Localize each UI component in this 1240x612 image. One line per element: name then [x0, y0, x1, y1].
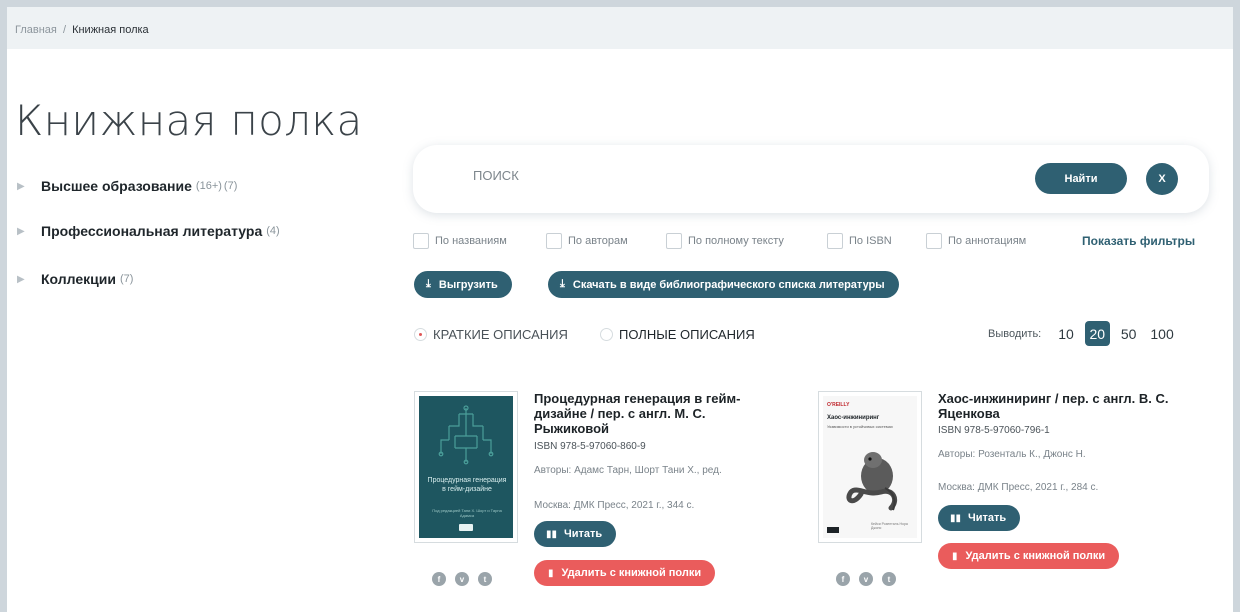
book-authors: Авторы: Розенталь К., Джонс Н. — [938, 449, 1086, 460]
remove-from-shelf-label: Удалить с книжной полки — [561, 567, 702, 579]
share-icons: f v t — [432, 572, 501, 586]
export-label: Выгрузить — [438, 278, 498, 291]
remove-from-shelf-label: Удалить с книжной полки — [965, 550, 1106, 562]
book-title-link[interactable]: Процедурная генерация в гейм-дизайне / п… — [534, 391, 774, 436]
download-bibliography-label: Скачать в виде библиографического списка… — [572, 278, 885, 291]
twitter-icon[interactable]: t — [478, 572, 492, 586]
book-title-link[interactable]: Хаос-инжиниринг / пер. с англ. В. С. Яце… — [938, 391, 1178, 421]
cover-subtitle: Под редакцией Тани Х. Шорт и Тарна Адамс… — [432, 508, 502, 518]
filter-by-full-text[interactable]: По полному тексту — [666, 233, 784, 249]
filter-by-authors[interactable]: По авторам — [546, 233, 628, 249]
book-cover[interactable]: Процедурная генерация в гейм-дизайне Под… — [414, 391, 518, 543]
category-collections[interactable]: ▶ Коллекции (7) — [17, 271, 133, 287]
book-cover-image: O'REILLY Хаос-инжиниринг Уязвимости в ус… — [823, 396, 917, 538]
trash-icon: ▮ — [548, 567, 554, 579]
download-icon: ⤓ — [560, 278, 565, 290]
category-count: (7) — [119, 273, 134, 285]
breadcrumb-home-link[interactable]: Главная — [15, 24, 57, 36]
checkbox[interactable] — [827, 233, 843, 249]
view-full-label: ПОЛНЫЕ ОПИСАНИЯ — [619, 327, 755, 342]
chevron-right-icon: ▶ — [17, 180, 25, 192]
filter-label: По авторам — [568, 235, 628, 247]
filter-by-title[interactable]: По названиям — [413, 233, 507, 249]
show-filters-link[interactable]: Показать фильтры — [1082, 234, 1195, 248]
breadcrumb-separator: / — [62, 24, 66, 36]
radio-unselected[interactable] — [600, 328, 613, 341]
vk-icon[interactable]: v — [859, 572, 873, 586]
category-label: Коллекции — [41, 271, 116, 287]
search-input[interactable] — [473, 163, 973, 187]
category-age: (16+) — [195, 180, 222, 192]
read-label: Читать — [968, 512, 1007, 524]
per-page-option-selected[interactable]: 20 — [1084, 321, 1110, 346]
category-label: Высшее образование — [41, 178, 192, 194]
remove-from-shelf-button[interactable]: ▮ Удалить с книжной полки — [534, 560, 716, 586]
cover-animal-illustration — [846, 452, 898, 511]
export-button[interactable]: ⤓ Выгрузить — [414, 271, 512, 298]
page: Главная / Книжная полка Книжная полка ▶ … — [7, 7, 1233, 612]
publisher-logo — [827, 527, 839, 533]
filter-label: По аннотациям — [948, 235, 1027, 247]
view-full-option[interactable]: ПОЛНЫЕ ОПИСАНИЯ — [600, 327, 755, 342]
search-filters: По названиям По авторам По полному текст… — [7, 233, 1233, 251]
book-authors: Авторы: Адамс Тарн, Шорт Тани Х., ред. — [534, 465, 722, 476]
cover-title: Процедурная генерация в гейм-дизайне — [427, 477, 507, 493]
remove-from-shelf-button[interactable]: ▮ Удалить с книжной полки — [938, 543, 1120, 569]
read-label: Читать — [564, 528, 603, 540]
clear-search-button[interactable]: X — [1146, 163, 1178, 195]
checkbox[interactable] — [413, 233, 429, 249]
twitter-icon[interactable]: t — [882, 572, 896, 586]
category-count: (7) — [223, 180, 238, 192]
book-isbn: ISBN 978-5-97060-796-1 — [938, 425, 1050, 436]
book-imprint: Москва: ДМК Пресс, 2021 г., 344 с. — [534, 500, 695, 511]
read-button[interactable]: ▮▮ Читать — [938, 505, 1021, 531]
vk-icon[interactable]: v — [455, 572, 469, 586]
per-page-selector: Выводить: 10 20 50 100 — [988, 321, 1181, 346]
find-button[interactable]: Найти — [1035, 163, 1127, 194]
publisher-logo — [459, 524, 473, 531]
trash-icon: ▮ — [952, 550, 958, 562]
read-button[interactable]: ▮▮ Читать — [534, 521, 617, 547]
per-page-option[interactable]: 50 — [1121, 326, 1137, 342]
per-page-option[interactable]: 10 — [1058, 326, 1074, 342]
page-title: Книжная полка — [15, 96, 363, 145]
filter-label: По ISBN — [849, 235, 892, 247]
per-page-label: Выводить: — [988, 327, 1042, 340]
view-brief-label: КРАТКИЕ ОПИСАНИЯ — [433, 327, 568, 342]
per-page-option[interactable]: 100 — [1150, 326, 1173, 342]
filter-by-annotations[interactable]: По аннотациям — [926, 233, 1026, 249]
view-brief-option[interactable]: КРАТКИЕ ОПИСАНИЯ — [414, 327, 568, 342]
book-imprint: Москва: ДМК Пресс, 2021 г., 284 с. — [938, 482, 1099, 493]
download-bibliography-button[interactable]: ⤓ Скачать в виде библиографического списк… — [548, 271, 899, 298]
filter-label: По названиям — [435, 235, 507, 247]
book-cover[interactable]: O'REILLY Хаос-инжиниринг Уязвимости в ус… — [818, 391, 922, 543]
page-title-text: Книжная полка — [15, 96, 363, 145]
share-icons: f v t — [836, 572, 905, 586]
breadcrumb-current: Книжная полка — [72, 24, 149, 36]
radio-selected[interactable] — [414, 328, 427, 341]
filter-label: По полному тексту — [688, 235, 784, 247]
book-cover-image: Процедурная генерация в гейм-дизайне Под… — [419, 396, 513, 538]
checkbox[interactable] — [546, 233, 562, 249]
facebook-icon[interactable]: f — [836, 572, 850, 586]
category-higher-education[interactable]: ▶ Высшее образование (16+) (7) — [17, 178, 237, 194]
filter-by-isbn[interactable]: По ISBN — [827, 233, 892, 249]
book-isbn: ISBN 978-5-97060-860-9 — [534, 441, 646, 452]
open-book-icon: ▮▮ — [546, 528, 558, 540]
search-box: Найти X — [413, 145, 1209, 213]
chevron-right-icon: ▶ — [17, 273, 25, 285]
facebook-icon[interactable]: f — [432, 572, 446, 586]
cover-authors: Кейси Розенталь Нора Джонс — [871, 522, 908, 530]
checkbox[interactable] — [666, 233, 682, 249]
download-icon: ⤓ — [426, 278, 431, 290]
open-book-icon: ▮▮ — [950, 512, 962, 524]
checkbox[interactable] — [926, 233, 942, 249]
breadcrumb: Главная / Книжная полка — [7, 7, 1233, 49]
